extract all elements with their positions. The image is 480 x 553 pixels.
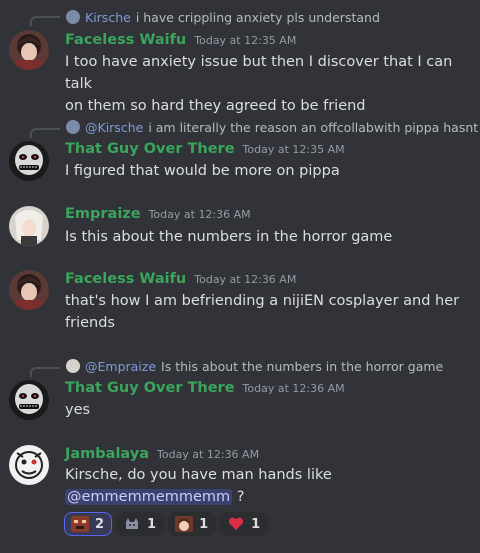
timestamp: Today at 12:35 AM [194,34,297,47]
timestamp: Today at 12:36 AM [194,273,297,286]
reply-text: i have crippling anxiety pls understand [135,9,380,25]
reply-avatar-icon [66,359,80,373]
reply-text: i am literally the reason an offcollabwi… [148,119,480,135]
message-text: Kirsche, do you have man hands like @emm… [65,467,332,505]
reaction-button[interactable]: 1 [168,512,217,536]
reply-text: Is this about the numbers in the horror … [161,358,444,374]
reply-preview[interactable]: @Kirsche i am literally the reason an of… [28,118,480,136]
timestamp: Today at 12:36 AM [242,382,345,395]
username[interactable]: Empraize [65,206,141,222]
user-mention[interactable]: @emmemmemmemm [65,489,233,505]
timestamp: Today at 12:35 AM [242,143,345,156]
timestamp: Today at 12:36 AM [148,208,251,221]
message-text: that's how I am befriending a nijiEN cos… [65,293,460,331]
avatar[interactable] [9,270,49,310]
reaction-button[interactable]: 1 [116,512,165,536]
reaction-count: 2 [95,516,105,532]
heart-emoji-icon [227,516,245,532]
message-text: I too have anxiety issue but then I disc… [65,54,453,114]
avatar[interactable] [9,30,49,70]
username[interactable]: Jambalaya [65,446,149,462]
reactions-bar: 2 1 1 1 [64,512,269,536]
message-text: I figured that would be more on pippa [65,163,340,179]
reply-avatar-icon [66,120,80,134]
anime-face-emoji-icon [175,516,194,532]
username[interactable]: That Guy Over There [65,141,235,157]
reply-author[interactable]: Kirsche [85,10,131,25]
reaction-count: 1 [147,516,157,532]
avatar[interactable] [9,380,49,420]
pixel-face-emoji-icon [71,516,89,532]
reaction-count: 1 [199,516,209,532]
avatar[interactable] [9,445,49,485]
reply-author[interactable]: @Kirsche [85,120,143,135]
reply-avatar-icon [66,10,80,24]
reaction-count: 1 [251,516,261,532]
reaction-button[interactable]: 2 [64,512,113,536]
reaction-button[interactable]: 1 [220,512,269,536]
avatar[interactable] [9,141,49,181]
reply-author[interactable]: @Empraize [85,359,156,374]
cat-icon-emoji-icon [123,516,141,532]
username[interactable]: Faceless Waifu [65,32,186,48]
message-text: Is this about the numbers in the horror … [65,229,393,245]
message-text: yes [65,402,91,418]
username[interactable]: Faceless Waifu [65,271,186,287]
avatar[interactable] [9,206,49,246]
reply-preview[interactable]: @Empraize Is this about the numbers in t… [28,357,480,375]
timestamp: Today at 12:36 AM [157,448,260,461]
username[interactable]: That Guy Over There [65,380,235,396]
reply-preview[interactable]: Kirsche i have crippling anxiety pls und… [28,8,480,26]
